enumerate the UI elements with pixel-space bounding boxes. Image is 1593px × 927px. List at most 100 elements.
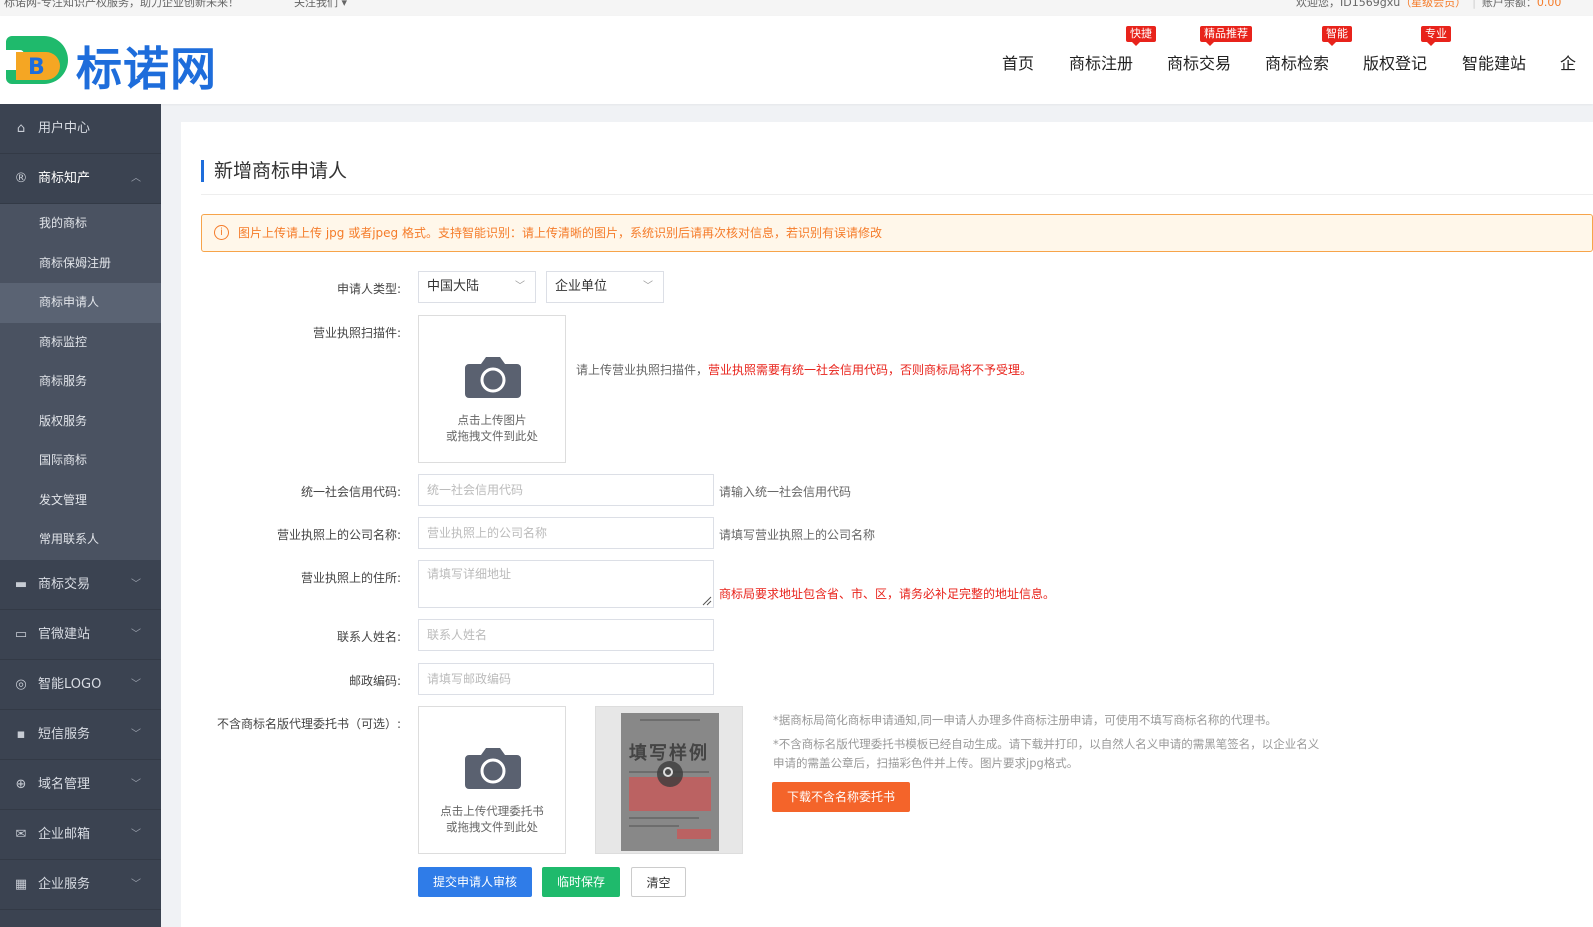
page-title: 新增商标申请人: [201, 160, 347, 182]
sidebar-item-label: 用户中心: [38, 121, 91, 136]
follow-us-link[interactable]: 关注我们 ▾: [294, 0, 347, 10]
sidebar-item-label: 商标交易: [38, 576, 91, 592]
sidebar-sub-service[interactable]: 商标服务: [0, 362, 161, 402]
sidebar-item-label: 域名管理: [38, 776, 91, 792]
address-label: 营业执照上的住所:: [300, 571, 401, 585]
chevron-down-icon: ﹀: [643, 281, 653, 292]
nav-badge-quick: 快捷: [1126, 26, 1156, 46]
sidebar-sub-international[interactable]: 国际商标: [0, 441, 161, 481]
zoom-icon[interactable]: [657, 761, 683, 787]
address-hint: 商标局要求地址包含省、市、区，请务必补足完整的地址信息。: [719, 587, 1056, 601]
credit-code-input[interactable]: 统一社会信用代码: [418, 474, 714, 506]
main-card: 新增商标申请人 i 图片上传请上传 jpg 或者jpeg 格式。支持智能识别：请…: [181, 122, 1593, 927]
globe-icon: ⊕: [15, 776, 27, 792]
contact-name-label: 联系人姓名:: [336, 630, 401, 644]
welcome-text: 欢迎您，ID1569gxu: [1296, 0, 1401, 9]
nav-home[interactable]: 首页: [1002, 50, 1034, 74]
nav-trademark-trade[interactable]: 商标交易: [1167, 50, 1231, 74]
region-value: 中国大陆: [427, 279, 480, 294]
upload-text-line1: 点击上传图片: [457, 413, 527, 427]
sidebar-item-label: 官微建站: [38, 626, 91, 642]
download-proxy-button[interactable]: 下载不含名称委托书: [772, 782, 910, 812]
logo-mark-icon: B: [6, 36, 68, 84]
applicant-type-label: 申请人类型:: [336, 282, 401, 296]
vip-badge[interactable]: （星级会员）: [1400, 0, 1466, 9]
sidebar-item-label: 智能LOGO: [38, 676, 102, 692]
logo-design-icon: ◎: [15, 676, 27, 692]
sidebar-sub-copyright[interactable]: 版权服务: [0, 402, 161, 442]
sidebar: ⌂ 用户中心 ® 商标知产 ︿ 我的商标 商标保姆注册 商标申请人 商标监控 商…: [0, 104, 161, 927]
sidebar-submenu: 我的商标 商标保姆注册 商标申请人 商标监控 商标服务 版权服务 国际商标 发文…: [0, 204, 161, 560]
credit-code-hint: 请输入统一社会信用代码: [719, 485, 852, 499]
proxy-label: 不含商标名版代理委托书（可选）:: [216, 717, 401, 731]
sidebar-item-logo[interactable]: ◎ 智能LOGO ﹀: [0, 660, 161, 710]
nav-trademark-search[interactable]: 商标检索: [1265, 50, 1329, 74]
notice-text: 图片上传请上传 jpg 或者jpeg 格式。支持智能识别：请上传清晰的图片，系统…: [238, 226, 882, 240]
submit-applicant-button[interactable]: 提交申请人审核: [418, 867, 532, 897]
cart-icon: ▬: [14, 576, 28, 592]
license-label: 营业执照扫描件:: [312, 326, 401, 340]
resize-grip-icon[interactable]: [702, 596, 712, 606]
sidebar-sub-my-trademarks[interactable]: 我的商标: [0, 204, 161, 244]
sidebar-sub-nanny-register[interactable]: 商标保姆注册: [0, 244, 161, 284]
postal-code-label: 邮政编码:: [348, 674, 401, 688]
nav-enterprise[interactable]: 企: [1560, 50, 1576, 74]
site-logo[interactable]: B 标诺网: [4, 30, 234, 96]
company-name-input[interactable]: 营业执照上的公司名称: [418, 517, 714, 549]
site-header: B 标诺网 首页 快捷 商标注册 精品推荐 商标交易 智能 商标检索 专业 版权…: [0, 16, 1593, 104]
proxy-note-3: 申请的需盖公章后，扫描彩色件并上传。图片要求jpg格式。: [773, 756, 1079, 770]
sidebar-item-sms[interactable]: ▪ 短信服务 ﹀: [0, 710, 161, 760]
sidebar-item-website[interactable]: ▭ 官微建站 ﹀: [0, 610, 161, 660]
region-select[interactable]: 中国大陆 ﹀: [418, 271, 536, 303]
license-upload[interactable]: 点击上传图片 或拖拽文件到此处: [418, 315, 566, 463]
address-textarea[interactable]: 请填写详细地址: [418, 560, 714, 608]
nav-badge-pro: 专业: [1421, 26, 1451, 46]
sidebar-sub-documents[interactable]: 发文管理: [0, 481, 161, 521]
chevron-down-icon: ﹀: [131, 828, 141, 840]
building-icon: ▦: [14, 876, 28, 892]
chevron-down-icon: ﹀: [131, 678, 141, 690]
sidebar-item-label: 企业服务: [38, 876, 91, 892]
nav-copyright[interactable]: 版权登记: [1363, 50, 1427, 74]
sidebar-sub-contacts[interactable]: 常用联系人: [0, 520, 161, 560]
upload-notice: i 图片上传请上传 jpg 或者jpeg 格式。支持智能识别：请上传清晰的图片，…: [201, 214, 1593, 252]
license-hint: 请上传营业执照扫描件，营业执照需要有统一社会信用代码，否则商标局将不予受理。: [576, 361, 1032, 378]
sidebar-item-domain[interactable]: ⊕ 域名管理 ﹀: [0, 760, 161, 810]
chevron-up-icon: ︿: [131, 173, 141, 184]
upload-text-line2: 或拖拽文件到此处: [446, 429, 538, 443]
top-bar: 标诺网-专注知识产权服务，助力企业创新未来！ 关注我们 ▾ 欢迎您，ID1569…: [0, 0, 1593, 16]
sidebar-sub-monitor[interactable]: 商标监控: [0, 323, 161, 363]
chevron-down-icon: ﹀: [131, 578, 141, 590]
proxy-upload[interactable]: 点击上传代理委托书 或拖拽文件到此处: [418, 706, 566, 854]
contact-name-input[interactable]: 联系人姓名: [418, 619, 714, 651]
company-name-label: 营业执照上的公司名称:: [276, 528, 401, 542]
sidebar-item-label: 企业邮箱: [38, 826, 91, 842]
proxy-note-2: *不含商标名版代理委托书模板已经自动生成。请下载并打印，以自然人名义申请的需黑笔…: [773, 737, 1320, 751]
slogan-text: 标诺网-专注知识产权服务，助力企业创新未来！: [4, 0, 239, 9]
balance-label: 账户余额：: [1481, 0, 1537, 9]
chevron-down-icon: ﹀: [131, 878, 141, 890]
nav-badge-smart: 智能: [1322, 26, 1352, 46]
sidebar-item-trademark[interactable]: ® 商标知产 ︿: [0, 154, 161, 204]
upload-text-line2: 或拖拽文件到此处: [446, 820, 538, 834]
balance-value: 0.00: [1536, 0, 1562, 9]
sidebar-item-email[interactable]: ✉ 企业邮箱 ﹀: [0, 810, 161, 860]
sidebar-item-user-center[interactable]: ⌂ 用户中心: [0, 104, 161, 154]
nav-trademark-register[interactable]: 商标注册: [1069, 50, 1133, 74]
nav-site-builder[interactable]: 智能建站: [1462, 50, 1526, 74]
upload-text-line1: 点击上传代理委托书: [440, 804, 544, 818]
nav-badge-featured: 精品推荐: [1200, 26, 1252, 46]
temp-save-button[interactable]: 临时保存: [542, 867, 620, 897]
sidebar-item-enterprise[interactable]: ▦ 企业服务 ﹀: [0, 860, 161, 910]
clear-button[interactable]: 清空: [631, 867, 686, 897]
chevron-down-icon: ﹀: [131, 778, 141, 790]
postal-code-input[interactable]: 请填写邮政编码: [418, 663, 714, 695]
sidebar-item-trade[interactable]: ▬ 商标交易 ﹀: [0, 560, 161, 610]
entity-select[interactable]: 企业单位 ﹀: [546, 271, 664, 303]
credit-code-label: 统一社会信用代码:: [300, 485, 401, 499]
sample-preview[interactable]: 填写样例: [595, 706, 743, 854]
home-icon: ⌂: [16, 121, 26, 136]
address-placeholder: 请填写详细地址: [427, 567, 512, 581]
sidebar-sub-applicant[interactable]: 商标申请人: [0, 283, 161, 323]
chevron-down-icon: ﹀: [131, 628, 141, 640]
